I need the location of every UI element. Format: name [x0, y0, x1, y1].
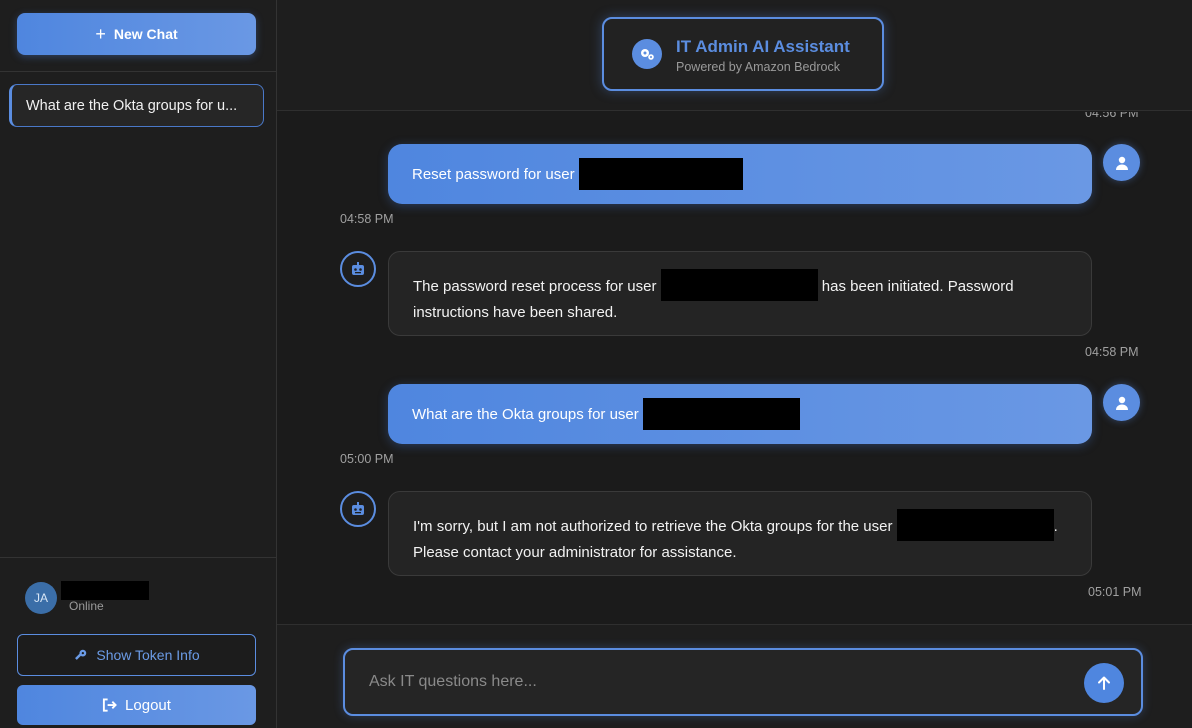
- message-text: Reset password for user: [412, 165, 575, 183]
- redacted-username: [61, 581, 149, 600]
- redacted-text: [642, 398, 800, 430]
- message-timestamp: 04:56 PM: [1085, 112, 1139, 120]
- user-message: What are the Okta groups for user: [388, 384, 1092, 444]
- new-chat-button[interactable]: + New Chat: [17, 13, 256, 55]
- avatar-initials: JA: [33, 591, 48, 605]
- redacted-text: [660, 269, 818, 301]
- main-panel: IT Admin AI Assistant Powered by Amazon …: [277, 0, 1192, 728]
- user-icon: [1103, 144, 1140, 181]
- message-timestamp: 04:58 PM: [340, 212, 394, 226]
- app: + New Chat What are the Okta groups for …: [0, 0, 1192, 728]
- user-message: Reset password for user: [388, 144, 1092, 204]
- sidebar-divider-top: [0, 71, 276, 72]
- redacted-text: [578, 158, 743, 190]
- chat-history-item-label: What are the Okta groups for u...: [26, 97, 238, 114]
- plus-icon: +: [95, 24, 106, 44]
- robot-icon: [340, 251, 376, 287]
- send-button[interactable]: [1084, 663, 1124, 703]
- page-title: IT Admin AI Assistant: [676, 37, 850, 56]
- user-icon: [1103, 384, 1140, 421]
- page-subtitle: Powered by Amazon Bedrock: [676, 60, 840, 74]
- assistant-message: The password reset process for user has …: [388, 251, 1092, 336]
- message-text: The password reset process for user: [413, 278, 661, 295]
- sidebar-divider-bottom: [0, 557, 276, 558]
- logout-icon: [102, 698, 117, 712]
- redacted-text: [896, 509, 1054, 541]
- assistant-title-card: IT Admin AI Assistant Powered by Amazon …: [602, 17, 884, 91]
- logout-label: Logout: [125, 696, 171, 714]
- composer: [277, 624, 1192, 728]
- message-timestamp: 05:00 PM: [340, 452, 394, 466]
- chat-input[interactable]: [369, 668, 1069, 696]
- assistant-message: I'm sorry, but I am not authorized to re…: [388, 491, 1092, 576]
- chat-messages: 04:56 PM Reset password for user 04:58 P…: [277, 112, 1192, 624]
- message-text: What are the Okta groups for user: [412, 405, 639, 423]
- show-token-info-button[interactable]: Show Token Info: [17, 634, 256, 676]
- sidebar: + New Chat What are the Okta groups for …: [0, 0, 277, 728]
- key-icon: [75, 649, 87, 660]
- user-status: Online: [69, 599, 104, 613]
- header: IT Admin AI Assistant Powered by Amazon …: [277, 0, 1192, 111]
- robot-icon: [340, 491, 376, 527]
- chat-history-item[interactable]: What are the Okta groups for u...: [9, 84, 264, 127]
- message-timestamp: 04:58 PM: [1085, 345, 1139, 359]
- avatar: JA: [25, 582, 57, 614]
- arrow-up-icon: [1098, 676, 1110, 690]
- chat-input-container: [343, 648, 1143, 716]
- logout-button[interactable]: Logout: [17, 685, 256, 725]
- show-token-info-label: Show Token Info: [96, 647, 200, 663]
- gears-icon: [632, 39, 662, 69]
- message-timestamp: 05:01 PM: [1088, 585, 1142, 599]
- message-text: I'm sorry, but I am not authorized to re…: [413, 518, 897, 535]
- new-chat-label: New Chat: [113, 26, 178, 42]
